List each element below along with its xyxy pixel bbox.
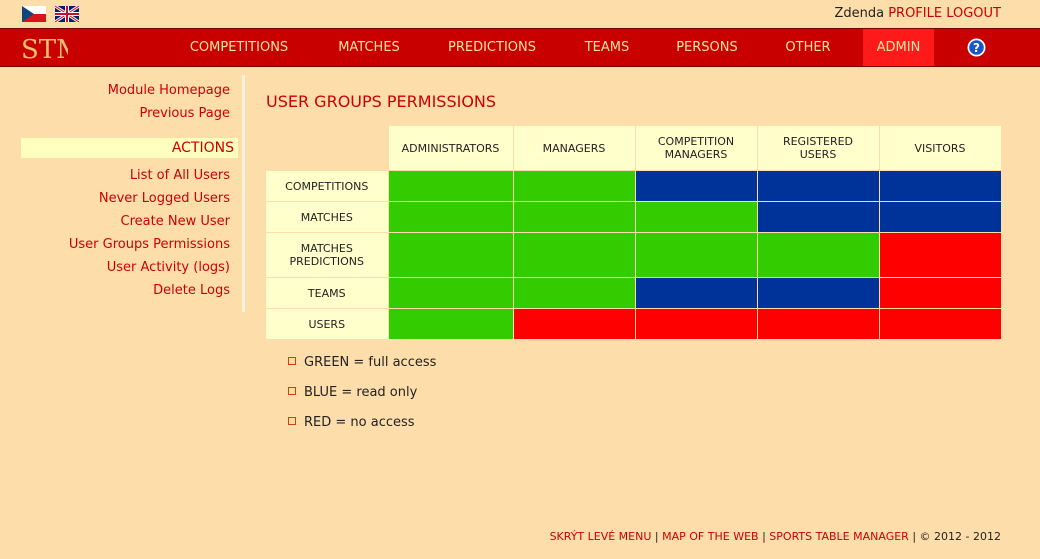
column-header: ADMINISTRATORS (387, 125, 514, 171)
help-icon[interactable]: ? (967, 38, 986, 57)
module-homepage-link[interactable]: Module Homepage (108, 83, 230, 98)
permission-cell (387, 308, 514, 340)
permission-cell (634, 277, 758, 309)
previous-page-link[interactable]: Previous Page (139, 106, 230, 121)
username: Zdenda (834, 6, 885, 21)
column-header: REGISTERED USERS (756, 125, 880, 171)
row-header: COMPETITIONS (265, 170, 389, 202)
hide-left-menu-link[interactable]: SKRÝT LEVÉ MENU (550, 530, 652, 543)
footer-separator: | (762, 530, 766, 543)
column-header: VISITORS (878, 125, 1002, 171)
legend-item: GREEN = full access (288, 355, 436, 370)
never-logged-users-link[interactable]: Never Logged Users (99, 191, 230, 206)
page-title: USER GROUPS PERMISSIONS (266, 92, 497, 111)
left-sidebar: Module Homepage Previous Page ACTIONS Li… (20, 75, 245, 312)
table-row: MATCHES (265, 201, 1002, 233)
permission-cell (756, 308, 880, 340)
column-header: MANAGERS (512, 125, 636, 171)
list-all-users-link[interactable]: List of All Users (130, 168, 230, 183)
permission-cell (756, 277, 880, 309)
permission-cell (634, 232, 758, 278)
footer-separator: | (654, 530, 659, 543)
row-header: MATCHES PREDICTIONS (265, 232, 389, 278)
top-bar: Zdenda PROFILE LOGOUT (0, 0, 1040, 28)
stm-logo[interactable]: STM (20, 32, 68, 62)
svg-text:?: ? (973, 41, 980, 55)
permission-cell (634, 308, 758, 340)
column-header: COMPETITION MANAGERS (634, 125, 758, 171)
permission-cell (878, 277, 1002, 309)
permissions-table: ADMINISTRATORS MANAGERS COMPETITION MANAG… (265, 125, 1002, 340)
row-header: USERS (265, 308, 389, 340)
footer-separator: | (912, 530, 917, 543)
main-menu: STM COMPETITIONS MATCHES PREDICTIONS TEA… (0, 28, 1040, 67)
permission-cell (387, 277, 514, 309)
table-header-row: ADMINISTRATORS MANAGERS COMPETITION MANAG… (266, 125, 1002, 171)
permission-cell (878, 201, 1002, 233)
english-flag-icon[interactable] (55, 6, 79, 22)
delete-logs-link[interactable]: Delete Logs (153, 283, 230, 298)
permission-cell (878, 170, 1002, 202)
table-row: MATCHES PREDICTIONS (265, 232, 1002, 278)
logo-text: STM (21, 35, 68, 62)
permission-cell (878, 232, 1002, 278)
permission-cell (756, 201, 880, 233)
copyright: © 2012 - 2012 (919, 530, 1001, 543)
app-name-link[interactable]: SPORTS TABLE MANAGER (769, 530, 909, 543)
permission-cell (387, 201, 514, 233)
menu-competitions[interactable]: COMPETITIONS (180, 29, 298, 66)
user-box: Zdenda PROFILE LOGOUT (834, 6, 1001, 21)
permission-cell (756, 170, 880, 202)
user-groups-permissions-link[interactable]: User Groups Permissions (69, 237, 230, 252)
square-bullet-icon (288, 357, 296, 365)
actions-heading: ACTIONS (21, 138, 238, 158)
profile-link[interactable]: PROFILE (888, 6, 942, 21)
table-row: TEAMS (265, 277, 1002, 309)
permission-cell (387, 232, 514, 278)
menu-teams[interactable]: TEAMS (577, 29, 637, 66)
table-row: USERS (265, 308, 1002, 340)
permission-cell (512, 232, 636, 278)
permission-cell (634, 170, 758, 202)
square-bullet-icon (288, 417, 296, 425)
footer: SKRÝT LEVÉ MENU | MAP OF THE WEB | SPORT… (550, 530, 1001, 543)
permission-cell (634, 201, 758, 233)
menu-other[interactable]: OTHER (778, 29, 838, 66)
user-activity-logs-link[interactable]: User Activity (logs) (107, 260, 230, 275)
table-corner (266, 126, 389, 171)
permission-cell (512, 170, 636, 202)
permission-cell (512, 277, 636, 309)
permission-cell (512, 201, 636, 233)
legend-item: RED = no access (288, 415, 415, 430)
logout-link[interactable]: LOGOUT (946, 6, 1001, 21)
table-row: COMPETITIONS (265, 170, 1002, 202)
square-bullet-icon (288, 387, 296, 395)
menu-matches[interactable]: MATCHES (327, 29, 411, 66)
menu-predictions[interactable]: PREDICTIONS (440, 29, 544, 66)
permission-cell (387, 170, 514, 202)
permission-cell (756, 232, 880, 278)
row-header: TEAMS (265, 277, 389, 309)
sitemap-link[interactable]: MAP OF THE WEB (662, 530, 758, 543)
row-header: MATCHES (265, 201, 389, 233)
czech-flag-icon[interactable] (22, 6, 46, 22)
legend-item: BLUE = read only (288, 385, 417, 400)
create-new-user-link[interactable]: Create New User (121, 214, 230, 229)
permission-cell (512, 308, 636, 340)
menu-persons[interactable]: PERSONS (669, 29, 745, 66)
menu-admin[interactable]: ADMIN (863, 29, 934, 66)
permission-cell (878, 308, 1002, 340)
